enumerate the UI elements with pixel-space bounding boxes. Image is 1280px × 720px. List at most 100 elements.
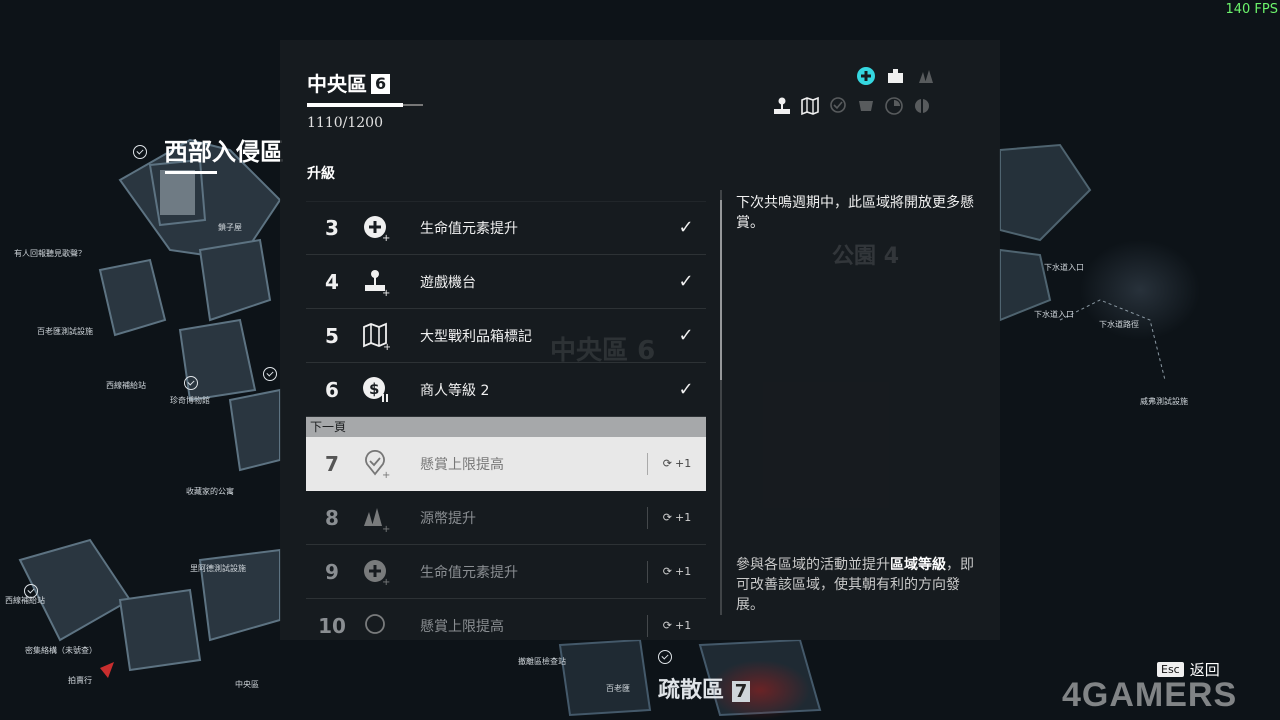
upgrade-row[interactable]: 4 + 遊戲機台 ✓ (306, 255, 706, 309)
bounty-pin-icon[interactable] (184, 376, 198, 390)
map-icon: + (358, 318, 394, 354)
fps-counter: 140 FPS (1225, 2, 1278, 17)
arcade-icon: + (358, 264, 394, 300)
svg-text:$: $ (369, 380, 379, 398)
checkmark-icon: ✓ (678, 271, 694, 292)
map-label[interactable]: 威弗測試設施 (1140, 396, 1188, 407)
esc-key-hint: Esc (1157, 662, 1184, 677)
map-label[interactable]: 百老匯 (606, 683, 630, 694)
map-label[interactable]: 鎖子屋 (218, 222, 242, 233)
checkmark-icon: ✓ (678, 325, 694, 346)
upgrade-label: 懸賞上限提高 (420, 618, 504, 635)
bounty-pin-icon[interactable] (658, 650, 672, 664)
upgrade-category-icons (772, 66, 972, 126)
bounty-icon: + (358, 446, 394, 482)
loot-crate-icon[interactable] (886, 66, 906, 86)
district-underline (165, 171, 217, 174)
map-label[interactable]: 里阿德測試設施 (190, 563, 246, 574)
upgrade-cost: ⟳ +1 (647, 614, 706, 637)
health-plus-icon[interactable] (856, 66, 876, 86)
map-label[interactable]: 百老匯測試設施 (37, 326, 93, 337)
bounty-icon[interactable] (828, 96, 848, 116)
xp-progress-track (403, 104, 423, 106)
xp-progress-fill (307, 103, 403, 107)
arcade-icon[interactable] (772, 96, 792, 116)
zone-level-hint: 參與各區域的活動並提升區域等級，即可改善該區域，使其朝有利的方向發展。 (736, 557, 974, 613)
upgrade-label: 源幣提升 (420, 510, 476, 527)
zone-upgrade-panel: 公園 4 中央區 6 中央區 6 1110/1200 升級 3 + 生命值元素提… (280, 40, 1000, 640)
gear-icon[interactable] (912, 96, 932, 116)
checkmark-icon: ✓ (678, 379, 694, 400)
shop-icon[interactable] (856, 96, 876, 116)
map-label[interactable]: 有人回報聽見歌聲？ (14, 248, 86, 259)
svg-text:+: + (382, 577, 390, 586)
scrollbar-thumb[interactable] (720, 200, 722, 380)
upgrade-row-partial (306, 177, 706, 202)
svg-text:+: + (382, 233, 390, 242)
map-label[interactable]: 下水道入口 (1034, 309, 1074, 320)
zone-level-badge: 6 (371, 74, 391, 94)
upgrade-point-icon: ⟳ (662, 457, 672, 470)
map-label[interactable]: 珍奇博物館 (170, 395, 210, 406)
upgrade-point-icon: ⟳ (662, 619, 672, 632)
upgrade-list[interactable]: 3 + 生命值元素提升 ✓ 4 + 遊戲機台 ✓ 5 + 大型戰利品箱標記 ✓ … (306, 177, 706, 640)
upgrade-row[interactable]: 5 + 大型戰利品箱標記 ✓ (306, 309, 706, 363)
map-label[interactable]: 西線補給站 (106, 380, 146, 391)
upgrade-cost: ⟳ +1 (647, 560, 706, 583)
bounty-pin-icon[interactable] (263, 367, 277, 381)
district-title-evac: 疏散區 7 (658, 672, 751, 704)
upgrade-row[interactable]: 8 + 源幣提升 ⟳ +1 (306, 491, 706, 545)
upgrade-row[interactable]: 3 + 生命值元素提升 ✓ (306, 201, 706, 255)
upgrade-row[interactable]: 9 + 生命值元素提升 ⟳ +1 (306, 545, 706, 599)
zone-title: 中央區 6 (307, 68, 391, 97)
upgrade-point-icon: ⟳ (662, 565, 672, 578)
list-scrollbar[interactable] (720, 190, 722, 615)
checkmark-icon: ✓ (678, 217, 694, 238)
upgrade-level: 6 (325, 377, 339, 402)
health-plus-icon: + (358, 210, 394, 246)
upgrade-row[interactable]: 10 懸賞上限提高 ⟳ +1 (306, 599, 706, 640)
bounty-pin-icon[interactable] (133, 145, 147, 159)
upgrade-level: 10 (318, 613, 346, 638)
upgrade-cost: ⟳ +1 (647, 506, 706, 529)
upgrade-level: 9 (325, 559, 339, 584)
map-label[interactable]: 密集絡構（未號查） (25, 645, 97, 656)
map-label[interactable]: 拍賣行 (68, 675, 92, 686)
next-page-header: 下一頁 (306, 417, 706, 437)
map-label[interactable]: 下水道路徑 (1099, 319, 1139, 330)
timer-icon[interactable] (884, 96, 904, 116)
svg-text:+: + (382, 470, 390, 478)
upgrade-row[interactable]: 6 $ 商人等級 2 ✓ (306, 363, 706, 417)
upgrade-label: 大型戰利品箱標記 (420, 328, 532, 345)
map-label[interactable]: 撤離區檢查站 (518, 656, 566, 667)
upgrade-cost: ⟳ +1 (647, 452, 706, 475)
map-icon[interactable] (800, 96, 820, 116)
panel-bg-district-label: 公園 4 (832, 244, 899, 269)
health-plus-icon: + (358, 554, 394, 590)
upgrade-description: 下次共鳴週期中，此區域將開放更多懸賞。 (736, 195, 974, 231)
currency-icon[interactable] (916, 66, 936, 86)
svg-text:+: + (382, 524, 390, 532)
bounty-icon (358, 608, 394, 641)
xp-counter: 1110/1200 (307, 115, 383, 131)
map-label[interactable]: 收藏家的公寓 (186, 486, 234, 497)
map-label[interactable]: 下水道入口 (1044, 262, 1084, 273)
upgrade-level: 7 (325, 451, 339, 476)
upgrade-label: 遊戲機台 (420, 274, 476, 291)
district-title-west: 西部入侵區 (164, 138, 284, 166)
upgrade-label: 懸賞上限提高 (420, 456, 504, 473)
currency-icon: + (358, 500, 394, 536)
svg-text:+: + (382, 288, 390, 296)
upgrade-row-next[interactable]: 7 + 懸賞上限提高 ⟳ +1 (306, 437, 706, 491)
upgrade-level: 5 (325, 323, 339, 348)
upgrade-level: 8 (325, 505, 339, 530)
upgrade-level: 4 (325, 269, 339, 294)
merchant-icon: $ (358, 372, 394, 408)
map-label[interactable]: 西線補給站 (5, 595, 45, 606)
map-label[interactable]: 中央區 (235, 679, 259, 690)
upgrade-level: 3 (325, 215, 339, 240)
watermark: 4GAMERS (1062, 676, 1238, 714)
svg-text:+: + (383, 342, 390, 350)
upgrade-label: 生命值元素提升 (420, 220, 518, 237)
upgrade-label: 生命值元素提升 (420, 564, 518, 581)
